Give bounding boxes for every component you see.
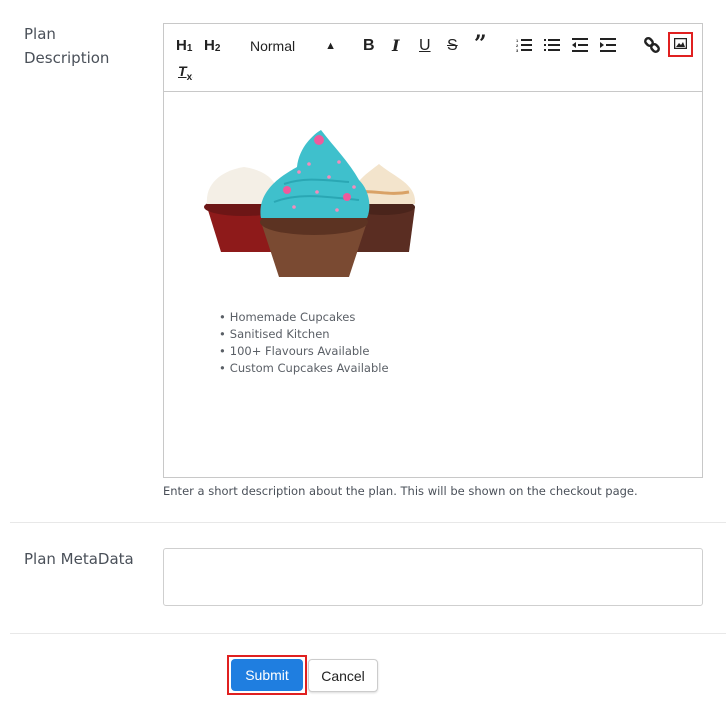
clear-formatting-button[interactable]: Tx (178, 61, 192, 88)
strikethrough-button[interactable]: S (447, 36, 458, 56)
blockquote-button[interactable]: ” (474, 33, 487, 55)
indent-button[interactable] (600, 38, 616, 52)
cancel-button[interactable]: Cancel (308, 659, 378, 692)
bold-button[interactable]: B (363, 36, 375, 56)
italic-button[interactable]: I (392, 36, 399, 56)
ordered-list-button[interactable]: 123 (516, 38, 532, 52)
editor-content[interactable]: Homemade Cupcakes Sanitised Kitchen 100+… (164, 92, 702, 477)
divider (10, 633, 726, 634)
list-item: Homemade Cupcakes (219, 309, 389, 326)
label-line-1: Plan (24, 25, 56, 43)
editor-toolbar: H1 H2 Normal ▲ B I U S ” 123 Tx (164, 24, 702, 92)
submit-button[interactable]: Submit (231, 659, 303, 691)
bullet-list-icon (544, 39, 560, 51)
clean-sub: x (186, 71, 193, 83)
heading-1-button[interactable]: H1 (176, 36, 192, 59)
description-help-text: Enter a short description about the plan… (163, 484, 638, 498)
divider (10, 522, 726, 523)
plan-description-label: Plan Description (24, 22, 109, 70)
clear-formatting-icon: T (178, 63, 187, 79)
heading-1-icon: H (176, 37, 187, 54)
h2-sub: 2 (214, 43, 221, 54)
cupcakes-image (204, 130, 416, 277)
h1-sub: 1 (186, 43, 193, 54)
submit-highlight: Submit (227, 655, 307, 695)
underline-button[interactable]: U (419, 36, 431, 56)
label-line-2: Description (24, 49, 110, 67)
plan-metadata-label: Plan MetaData (24, 550, 134, 568)
outdent-button[interactable] (572, 38, 588, 52)
ordered-list-icon: 123 (516, 38, 532, 52)
list-item: 100+ Flavours Available (219, 343, 389, 360)
heading-2-icon: H (204, 37, 215, 54)
format-select-value: Normal (250, 38, 296, 54)
outdent-icon (572, 38, 588, 52)
rich-text-editor: H1 H2 Normal ▲ B I U S ” 123 Tx • Homema… (163, 23, 703, 478)
link-button[interactable] (644, 37, 660, 53)
bullet-list-button[interactable] (544, 38, 560, 52)
select-arrows-icon: ▲ (325, 40, 336, 52)
svg-text:3: 3 (516, 48, 519, 52)
indent-icon (600, 38, 616, 52)
list-item: Sanitised Kitchen (219, 326, 389, 343)
format-select[interactable]: Normal ▲ (250, 36, 336, 56)
insert-image-button[interactable] (668, 32, 693, 57)
link-icon (644, 37, 660, 53)
plan-metadata-input[interactable] (163, 548, 703, 606)
list-item: Custom Cupcakes Available (219, 360, 389, 377)
heading-2-button[interactable]: H2 (204, 36, 220, 59)
image-icon (674, 38, 687, 49)
features-list: Homemade Cupcakes Sanitised Kitchen 100+… (219, 309, 389, 377)
